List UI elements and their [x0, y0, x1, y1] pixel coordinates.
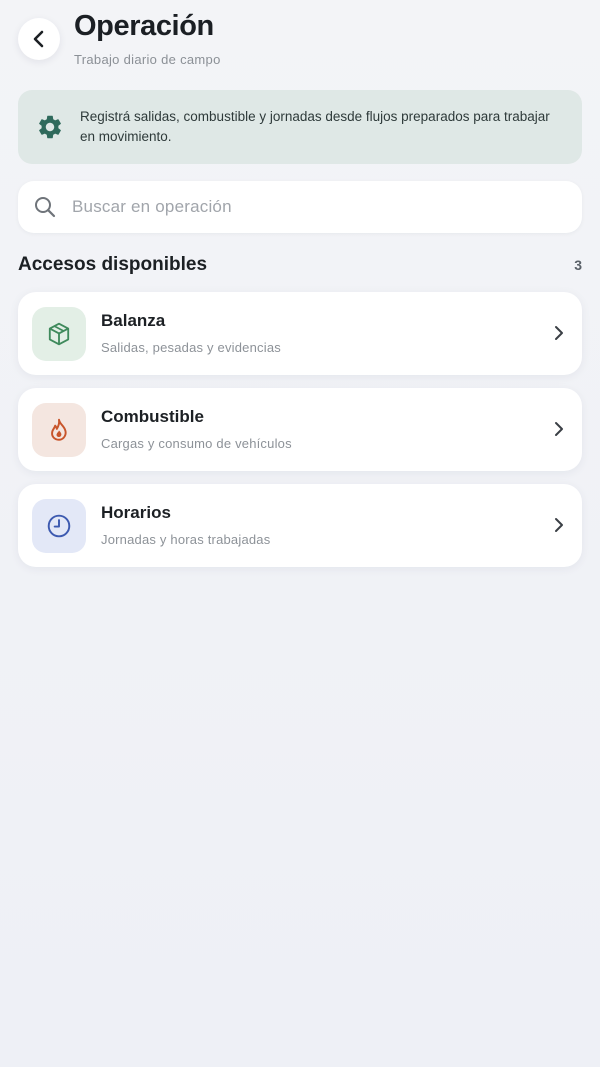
card-title: Combustible: [101, 407, 204, 426]
card-title: Horarios: [101, 503, 171, 522]
chevron-right-icon: [552, 322, 566, 344]
header: Operación Trabajo diario de campo: [18, 8, 582, 78]
info-banner: Registrá salidas, combustible y jornadas…: [18, 90, 582, 164]
page-title: Operación: [74, 10, 214, 42]
flame-icon: [51, 418, 67, 441]
search-bar[interactable]: [18, 181, 582, 233]
gear-icon: [34, 111, 66, 143]
box-icon: [48, 322, 70, 346]
search-icon: [32, 194, 58, 220]
section-title: Accesos disponibles: [18, 254, 208, 275]
card-title: Balanza: [101, 311, 166, 330]
card-subtitle: Jornadas y horas trabajadas: [101, 532, 271, 547]
access-card-combustible[interactable]: Combustible Cargas y consumo de vehículo…: [18, 388, 582, 471]
clock-icon: [47, 514, 71, 538]
search-input[interactable]: [70, 196, 534, 218]
card-subtitle: Salidas, pesadas y evidencias: [101, 340, 281, 355]
chevron-left-icon: [33, 30, 44, 48]
chevron-right-icon: [552, 514, 566, 536]
access-card-balanza[interactable]: Balanza Salidas, pesadas y evidencias: [18, 292, 582, 375]
banner-text: Registrá salidas, combustible y jornadas…: [80, 109, 550, 144]
section-header: Accesos disponibles 3: [18, 254, 582, 280]
title-block: Operación Trabajo diario de campo: [74, 8, 221, 67]
section-count: 3: [574, 257, 582, 273]
card-icon-tile: [32, 403, 86, 457]
page-subtitle: Trabajo diario de campo: [74, 52, 221, 67]
back-button[interactable]: [18, 18, 60, 60]
chevron-right-icon: [552, 418, 566, 440]
card-icon-tile: [32, 499, 86, 553]
card-subtitle: Cargas y consumo de vehículos: [101, 436, 292, 451]
access-card-horarios[interactable]: Horarios Jornadas y horas trabajadas: [18, 484, 582, 567]
card-icon-tile: [32, 307, 86, 361]
